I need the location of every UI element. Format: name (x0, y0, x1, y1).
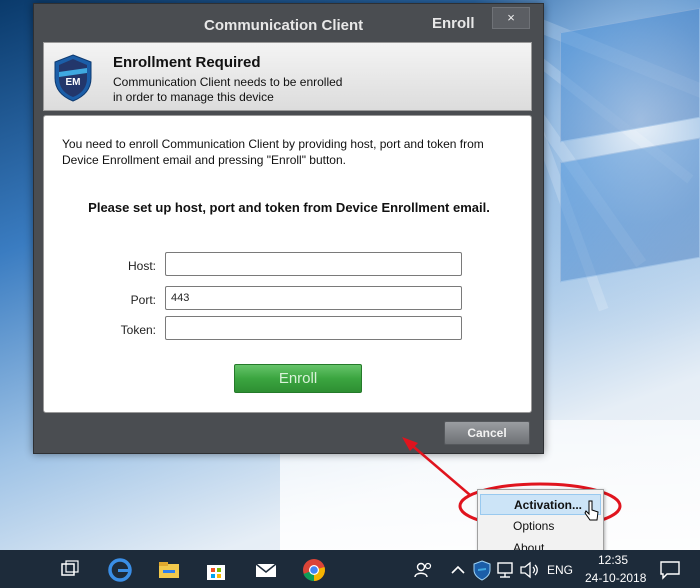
network-icon[interactable] (494, 558, 518, 582)
store-icon[interactable] (204, 558, 228, 582)
people-icon[interactable] (412, 558, 436, 582)
mail-icon[interactable] (254, 558, 278, 582)
show-hidden-icons-icon[interactable] (446, 558, 470, 582)
volume-icon[interactable] (518, 558, 542, 582)
menu-item-options[interactable]: Options (480, 516, 601, 537)
port-input[interactable] (165, 286, 462, 310)
language-indicator[interactable]: ENG (547, 563, 573, 577)
token-label: Token: (120, 323, 156, 337)
enrollment-form-panel: You need to enroll Communication Client … (43, 115, 532, 413)
enrollment-header: EM Enrollment Required Communication Cli… (43, 42, 532, 111)
window-title: Communication Client (204, 17, 364, 34)
title-bar[interactable]: Communication Client Enroll × (34, 4, 543, 40)
host-input[interactable] (165, 252, 462, 276)
enrollment-subtitle-line1: Communication Client needs to be enrolle… (113, 75, 343, 89)
window-tab-enroll: Enroll (432, 15, 475, 32)
chrome-icon[interactable] (302, 558, 326, 582)
enrollment-subtitle-line2: in order to manage this device (113, 90, 274, 104)
edge-icon[interactable] (108, 558, 132, 582)
cancel-button[interactable]: Cancel (444, 421, 530, 445)
logo-text: EM (66, 77, 81, 88)
task-view-icon[interactable] (58, 558, 82, 582)
windows-logo-pane (560, 137, 700, 283)
clock-date[interactable]: 24-10-2018 (585, 571, 646, 585)
action-center-icon[interactable] (658, 558, 682, 582)
windows-logo-pane (560, 7, 700, 143)
file-explorer-icon[interactable] (157, 558, 181, 582)
enroll-button[interactable]: Enroll (234, 364, 362, 393)
communication-client-window: Communication Client Enroll × EM Enrollm… (33, 3, 544, 454)
close-button[interactable]: × (492, 7, 530, 29)
token-input[interactable] (165, 316, 462, 340)
mouse-cursor-icon (584, 500, 599, 521)
intro-text: You need to enroll Communication Client … (62, 137, 484, 167)
menu-item-activation[interactable]: Activation... (480, 494, 601, 515)
clock-time[interactable]: 12:35 (598, 553, 628, 567)
communication-client-tray-icon[interactable] (470, 558, 494, 582)
port-label: Port: (130, 293, 156, 307)
instruction-text: Please set up host, port and token from … (88, 200, 490, 215)
em-shield-logo-icon: EM (54, 54, 92, 102)
host-label: Host: (127, 259, 156, 273)
enrollment-title: Enrollment Required (113, 54, 261, 71)
